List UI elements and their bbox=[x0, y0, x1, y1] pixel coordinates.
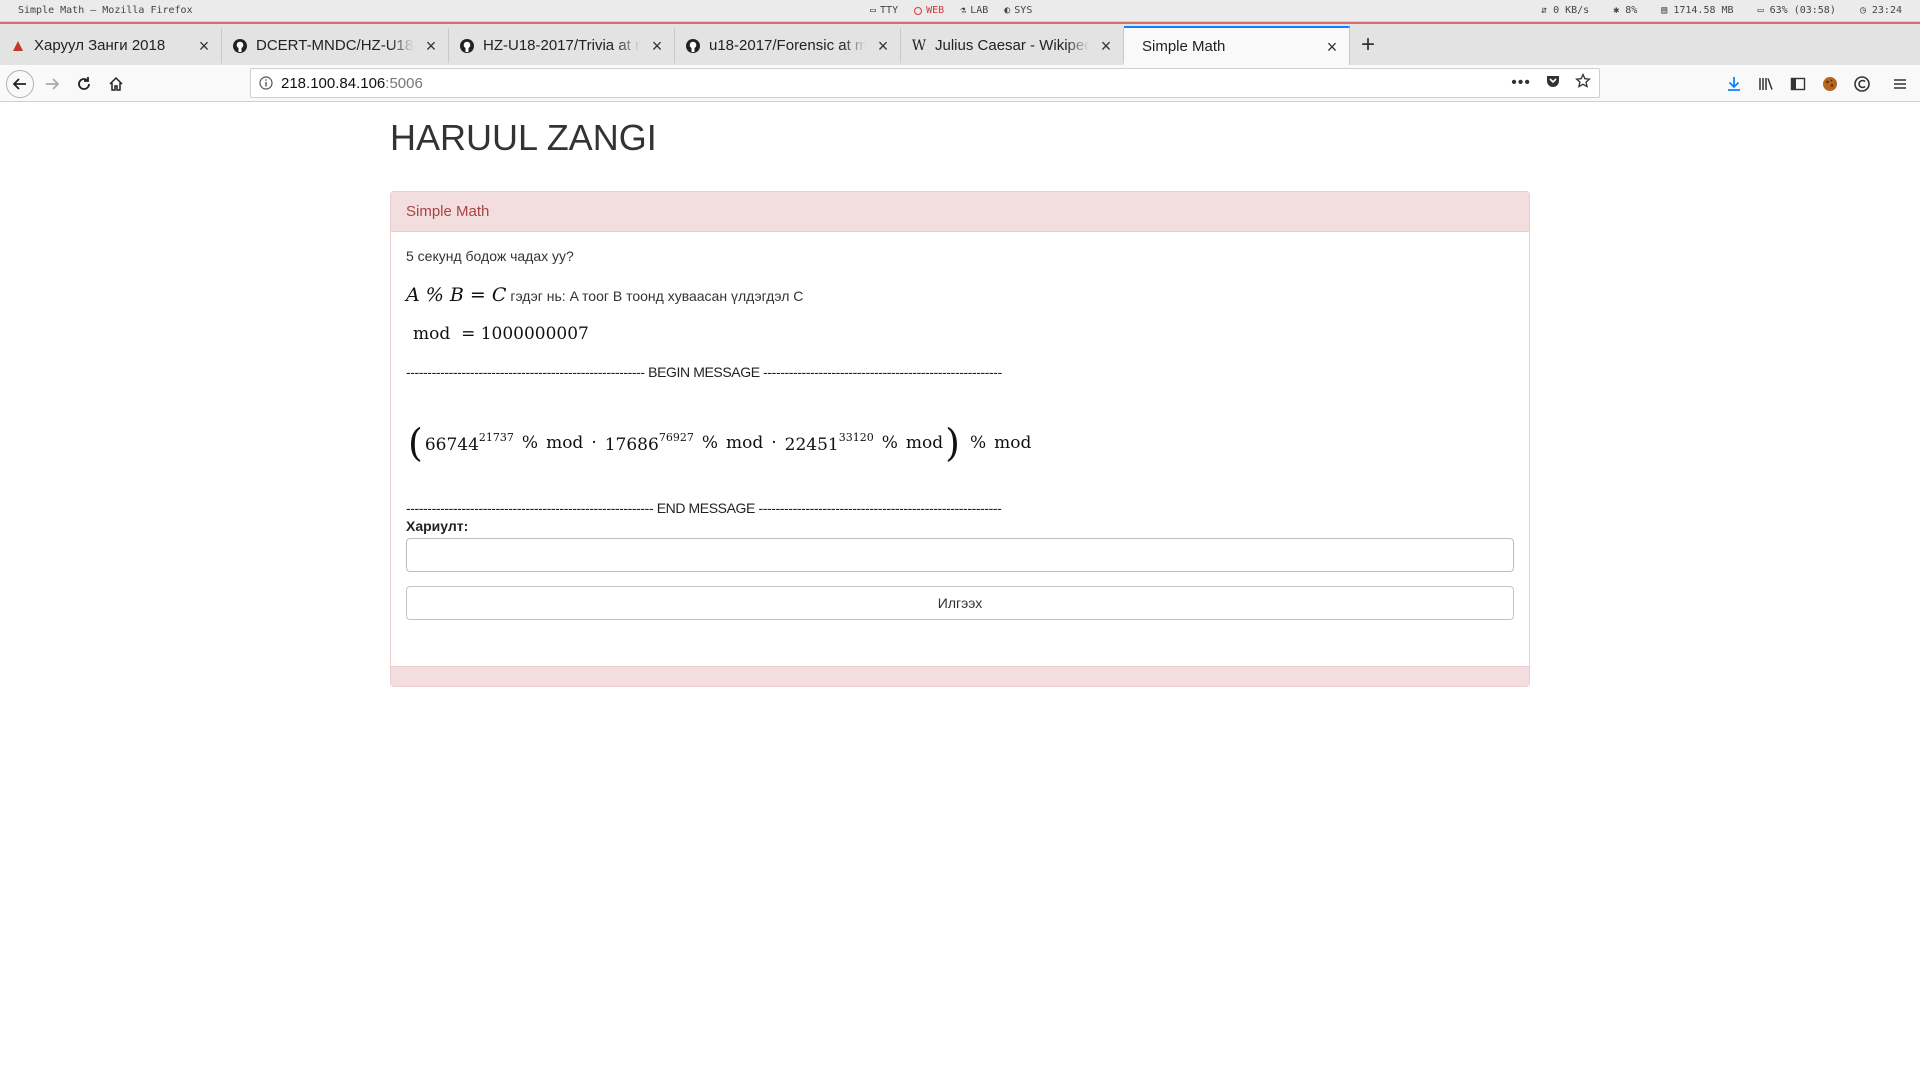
workspace-lab[interactable]: ⚗ LAB bbox=[960, 5, 988, 16]
end-message-separator: ----------------------------------------… bbox=[406, 500, 1002, 516]
panel-title: Simple Math bbox=[391, 192, 1529, 232]
github-icon bbox=[685, 38, 701, 54]
bookmark-star-icon[interactable] bbox=[1574, 72, 1592, 93]
open-paren: ( bbox=[408, 421, 423, 465]
tab-dcert-github[interactable]: DCERT-MNDC/HZ-U18- × bbox=[222, 28, 449, 63]
workspace-sys[interactable]: ◐ SYS bbox=[1004, 5, 1032, 16]
site-info-icon[interactable] bbox=[251, 76, 281, 90]
page-content: HARUUL ZANGI Simple Math 5 секунд бодож … bbox=[0, 103, 1920, 1080]
haruul-favicon-icon bbox=[10, 38, 26, 54]
reload-button[interactable] bbox=[70, 70, 98, 98]
download-icon bbox=[1728, 77, 1740, 91]
tab-haruul-zangi[interactable]: Харуул Занги 2018 × bbox=[0, 28, 222, 63]
close-icon[interactable]: × bbox=[197, 37, 211, 55]
tab-label: u18-2017/Forensic at ma bbox=[709, 37, 866, 54]
page-actions-icon[interactable]: ••• bbox=[1511, 74, 1531, 92]
workspace-tty[interactable]: ▭ TTY bbox=[870, 5, 898, 16]
net-stat: ⇵ 0 KB/s bbox=[1541, 5, 1590, 16]
definition-line: A % B = C гэдэг нь: A тоог B тоонд хуваа… bbox=[406, 284, 803, 306]
close-paren: ) bbox=[945, 421, 960, 465]
submit-button[interactable]: Илгээх bbox=[406, 586, 1514, 620]
back-button[interactable] bbox=[6, 70, 34, 98]
page-heading: HARUUL ZANGI bbox=[390, 117, 657, 158]
begin-message-separator: ----------------------------------------… bbox=[406, 364, 1002, 380]
new-tab-button[interactable]: + bbox=[1354, 32, 1382, 60]
downloads-button[interactable] bbox=[1720, 70, 1748, 98]
mem-stat: ▤ 1714.58 MB bbox=[1661, 5, 1734, 16]
pocket-icon[interactable] bbox=[1545, 73, 1561, 93]
workspace-web[interactable]: WEB bbox=[914, 5, 944, 16]
window-title: Simple Math — Mozilla Firefox bbox=[18, 5, 193, 16]
url-bar[interactable]: 218.100.84.106:5006 ••• bbox=[250, 68, 1600, 98]
simple-math-panel: Simple Math 5 секунд бодож чадах уу? A %… bbox=[390, 191, 1530, 687]
library-icon bbox=[1759, 78, 1773, 90]
definition-text: гэдэг нь: A тоог B тоонд хуваасан үлдэгд… bbox=[510, 288, 804, 304]
sidebar-icon bbox=[1790, 77, 1806, 91]
definition-formula: A % B = C bbox=[406, 284, 507, 306]
mod-definition: mod = 1000000007 bbox=[413, 324, 589, 344]
url-host: 218.100.84.106 bbox=[281, 74, 386, 92]
tab-label: Julius Caesar - Wikipedia bbox=[935, 37, 1089, 54]
reload-icon bbox=[78, 77, 90, 90]
extension-button[interactable] bbox=[1848, 70, 1876, 98]
tab-label: Simple Math bbox=[1142, 38, 1226, 55]
url-port: :5006 bbox=[385, 74, 423, 92]
cookie-icon bbox=[1823, 77, 1837, 91]
extension-icon bbox=[1854, 76, 1870, 92]
tab-simple-math[interactable]: Simple Math × bbox=[1124, 26, 1350, 65]
term-1: 6674421737 bbox=[424, 431, 514, 455]
github-icon bbox=[459, 38, 475, 54]
navigation-toolbar: 218.100.84.106:5006 ••• bbox=[0, 65, 1920, 102]
wikipedia-icon: W bbox=[911, 37, 927, 54]
close-icon[interactable]: × bbox=[1325, 38, 1339, 56]
tab-trivia-github[interactable]: HZ-U18-2017/Trivia at m × bbox=[449, 28, 675, 63]
tab-strip: Харуул Занги 2018 × DCERT-MNDC/HZ-U18- ×… bbox=[0, 22, 1920, 65]
math-expression: ( 6674421737 % mod · 1768676927 % mod · 22… bbox=[408, 421, 1032, 465]
cpu-stat: ✱ 8% bbox=[1613, 5, 1638, 16]
close-icon[interactable]: × bbox=[650, 37, 664, 55]
forward-button[interactable] bbox=[38, 70, 66, 98]
sidebar-button[interactable] bbox=[1784, 70, 1812, 98]
cookie-extension-button[interactable] bbox=[1816, 70, 1844, 98]
panel-footer bbox=[391, 666, 1529, 686]
flask-icon: ⚗ bbox=[960, 5, 967, 16]
system-icon: ◐ bbox=[1004, 5, 1011, 16]
close-icon[interactable]: × bbox=[424, 37, 438, 55]
arrow-right-icon bbox=[46, 78, 60, 90]
question-text: 5 секунд бодож чадах уу? bbox=[406, 248, 574, 264]
menu-button[interactable] bbox=[1886, 70, 1914, 98]
close-icon[interactable]: × bbox=[876, 37, 890, 55]
system-status-bar: Simple Math — Mozilla Firefox ▭ TTY WEB ⚗… bbox=[0, 0, 1920, 22]
github-icon bbox=[232, 38, 248, 54]
tab-label: Харуул Занги 2018 bbox=[34, 37, 166, 54]
arrow-left-icon bbox=[12, 78, 26, 90]
panel-body: 5 секунд бодож чадах уу? A % B = C гэдэг… bbox=[391, 232, 1529, 665]
tab-forensic-github[interactable]: u18-2017/Forensic at ma × bbox=[675, 28, 901, 63]
term-2: 1768676927 bbox=[604, 431, 694, 455]
system-stats: ⇵ 0 KB/s ✱ 8% ▤ 1714.58 MB ▭ 63% (03:58)… bbox=[1541, 5, 1902, 16]
answer-label: Хариулт: bbox=[406, 518, 469, 534]
term-3: 2245133120 bbox=[784, 431, 874, 455]
answer-input[interactable] bbox=[406, 538, 1514, 572]
hamburger-icon bbox=[1894, 79, 1906, 89]
workspace-switcher: ▭ TTY WEB ⚗ LAB ◐ SYS bbox=[870, 5, 1032, 16]
battery-stat: ▭ 63% (03:58) bbox=[1757, 5, 1836, 16]
web-icon bbox=[914, 6, 923, 15]
tab-label: DCERT-MNDC/HZ-U18- bbox=[256, 37, 414, 54]
tab-label: HZ-U18-2017/Trivia at m bbox=[483, 37, 640, 54]
clock: ◷ 23:24 bbox=[1859, 5, 1902, 16]
tab-julius-caesar[interactable]: W Julius Caesar - Wikipedia × bbox=[901, 28, 1124, 63]
close-icon[interactable]: × bbox=[1099, 37, 1113, 55]
terminal-icon: ▭ bbox=[870, 5, 877, 16]
home-button[interactable] bbox=[102, 70, 130, 98]
library-button[interactable] bbox=[1752, 70, 1780, 98]
home-icon bbox=[109, 76, 123, 91]
